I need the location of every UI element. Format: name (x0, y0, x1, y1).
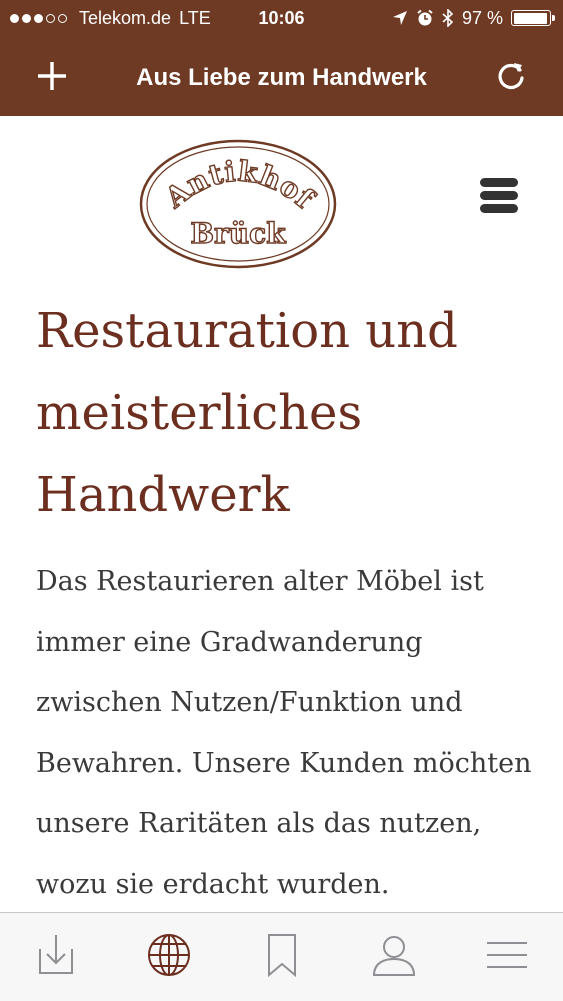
bookmark-icon[interactable] (258, 931, 306, 979)
page-title: Aus Liebe zum Handwerk (136, 64, 427, 91)
download-icon[interactable] (32, 931, 80, 979)
site-logo[interactable]: Antikhof Brück (138, 138, 338, 270)
bluetooth-icon (442, 9, 454, 27)
location-arrow-icon (392, 11, 407, 25)
hamburger-menu-icon[interactable] (480, 178, 522, 220)
reload-icon[interactable] (493, 58, 529, 94)
battery-percent: 97 % (461, 8, 503, 28)
headline: Restauration und meisterliches Handwerk (36, 303, 458, 523)
alarm-icon (417, 9, 433, 26)
status-bar: Telekom.de LTE 10:06 97 % (0, 0, 563, 36)
battery-icon (511, 10, 555, 26)
tab-bar (0, 912, 563, 1001)
app-header: Telekom.de LTE 10:06 97 % Aus Liebe zum … (0, 0, 563, 116)
profile-icon[interactable] (370, 931, 418, 979)
body-paragraph: Das Restaurieren alter Möbel ist immer e… (36, 566, 532, 900)
menu-icon[interactable] (483, 931, 531, 979)
logo-line-2: Brück (190, 217, 286, 250)
nav-bar: Aus Liebe zum Handwerk (0, 40, 563, 116)
globe-icon[interactable] (145, 931, 193, 979)
